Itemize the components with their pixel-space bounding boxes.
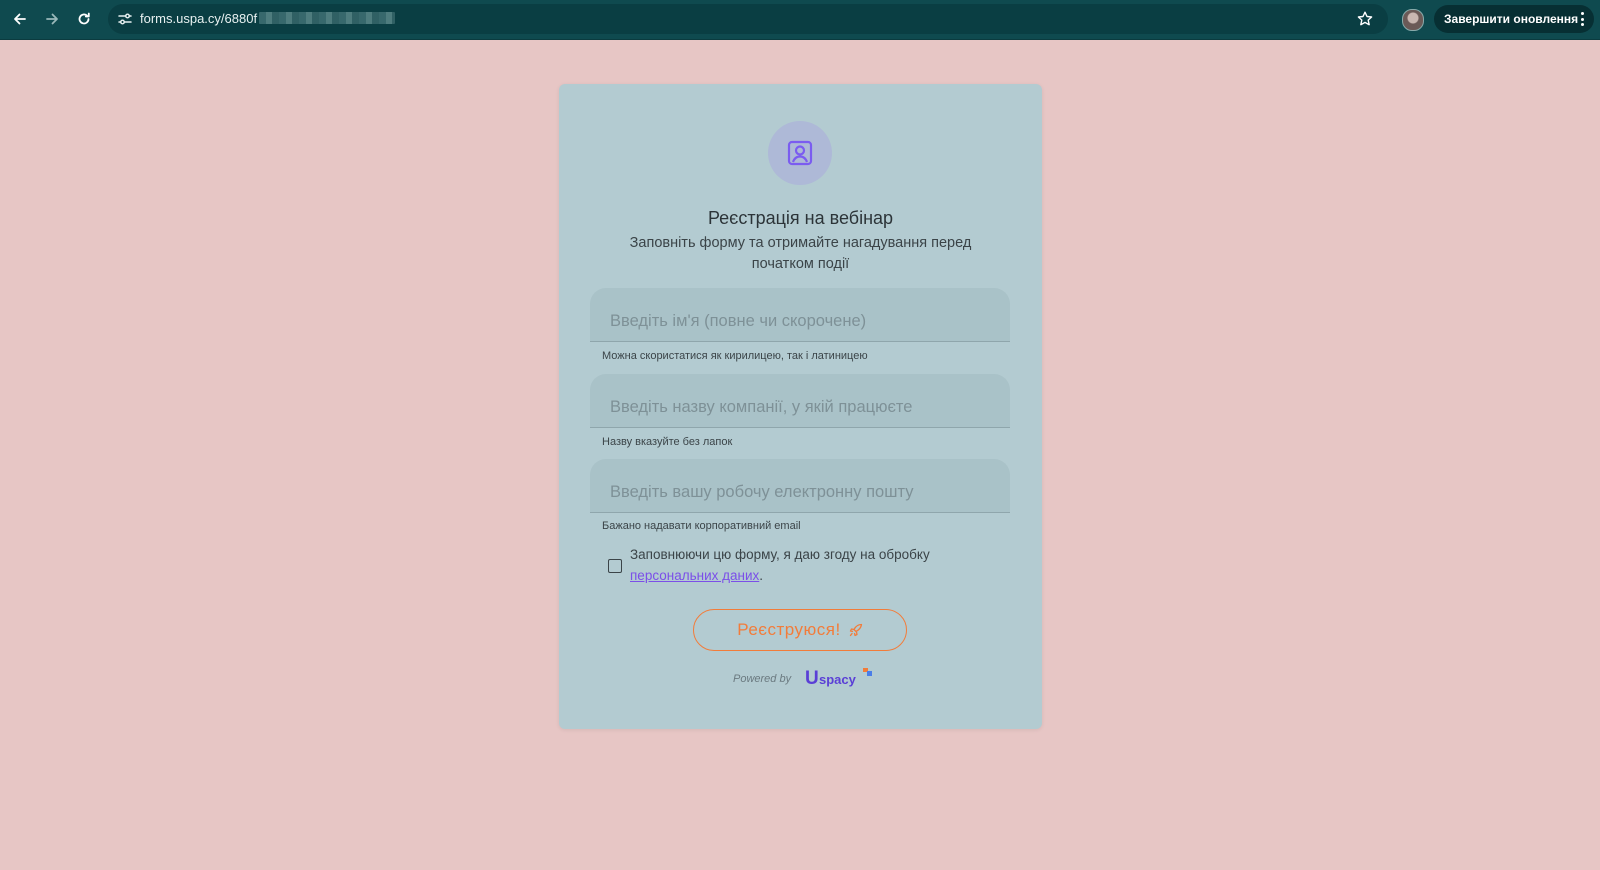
consent-checkbox[interactable] xyxy=(608,559,622,573)
register-button[interactable]: Реєструюся! xyxy=(693,609,907,651)
uspacy-logo[interactable]: U spacy xyxy=(805,668,875,690)
logo-text: spacy xyxy=(819,672,856,687)
company-hint: Назву вказуйте без лапок xyxy=(602,436,733,448)
profile-avatar[interactable] xyxy=(1402,9,1424,31)
url-value: forms.uspa.cy/6880f xyxy=(140,11,258,26)
name-hint: Можна скористатися як кирилицею, так і л… xyxy=(602,350,868,362)
kebab-menu-icon xyxy=(1580,12,1584,26)
forward-arrow-icon xyxy=(46,13,58,25)
logo-mark-icon xyxy=(863,668,872,676)
page-subtitle: Заповніть форму та отримайте нагадування… xyxy=(629,235,972,272)
finish-update-label: Завершити оновлення xyxy=(1444,12,1579,26)
consent-label: Заповнюючи цю форму, я даю згоду на обро… xyxy=(630,544,950,586)
forward-button[interactable] xyxy=(40,7,64,31)
email-field[interactable] xyxy=(590,459,1010,513)
bookmark-button[interactable] xyxy=(1356,10,1374,28)
page-title: Реєстрація на вебінар xyxy=(707,208,894,228)
site-info-icon xyxy=(118,13,132,25)
powered-by-text: Powered by xyxy=(733,673,792,685)
address-bar[interactable]: forms.uspa.cy/6880f xyxy=(108,4,1388,34)
url-text[interactable]: forms.uspa.cy/6880f xyxy=(140,11,396,26)
register-label: Реєструюся! xyxy=(737,620,841,639)
site-info-button[interactable] xyxy=(116,10,134,28)
rocket-icon xyxy=(849,623,862,637)
email-hint: Бажано надавати корпоративний email xyxy=(602,520,801,532)
reload-button[interactable] xyxy=(72,7,96,31)
consent-text: Заповнюючи цю форму, я даю згоду на обро… xyxy=(630,547,930,562)
consent-suffix: . xyxy=(759,568,764,583)
browser-toolbar: forms.uspa.cy/6880f Завершити оновлення xyxy=(0,0,1600,40)
star-icon xyxy=(1357,11,1373,26)
avatar xyxy=(768,121,832,185)
finish-update-button[interactable]: Завершити оновлення xyxy=(1434,5,1594,33)
logo-u: U xyxy=(805,668,819,689)
back-arrow-icon xyxy=(14,13,26,25)
back-button[interactable] xyxy=(8,7,32,31)
reload-icon xyxy=(78,12,90,25)
registration-form-card: Реєстрація на вебінар Заповніть форму та… xyxy=(559,84,1042,729)
email-input[interactable] xyxy=(590,459,1010,512)
user-profile-icon xyxy=(787,140,813,166)
company-field[interactable] xyxy=(590,374,1010,428)
name-input[interactable] xyxy=(590,288,1010,341)
personal-data-link[interactable]: персональних даних xyxy=(630,568,759,583)
name-field[interactable] xyxy=(590,288,1010,342)
company-input[interactable] xyxy=(590,374,1010,427)
redacted-url-part xyxy=(259,12,396,24)
